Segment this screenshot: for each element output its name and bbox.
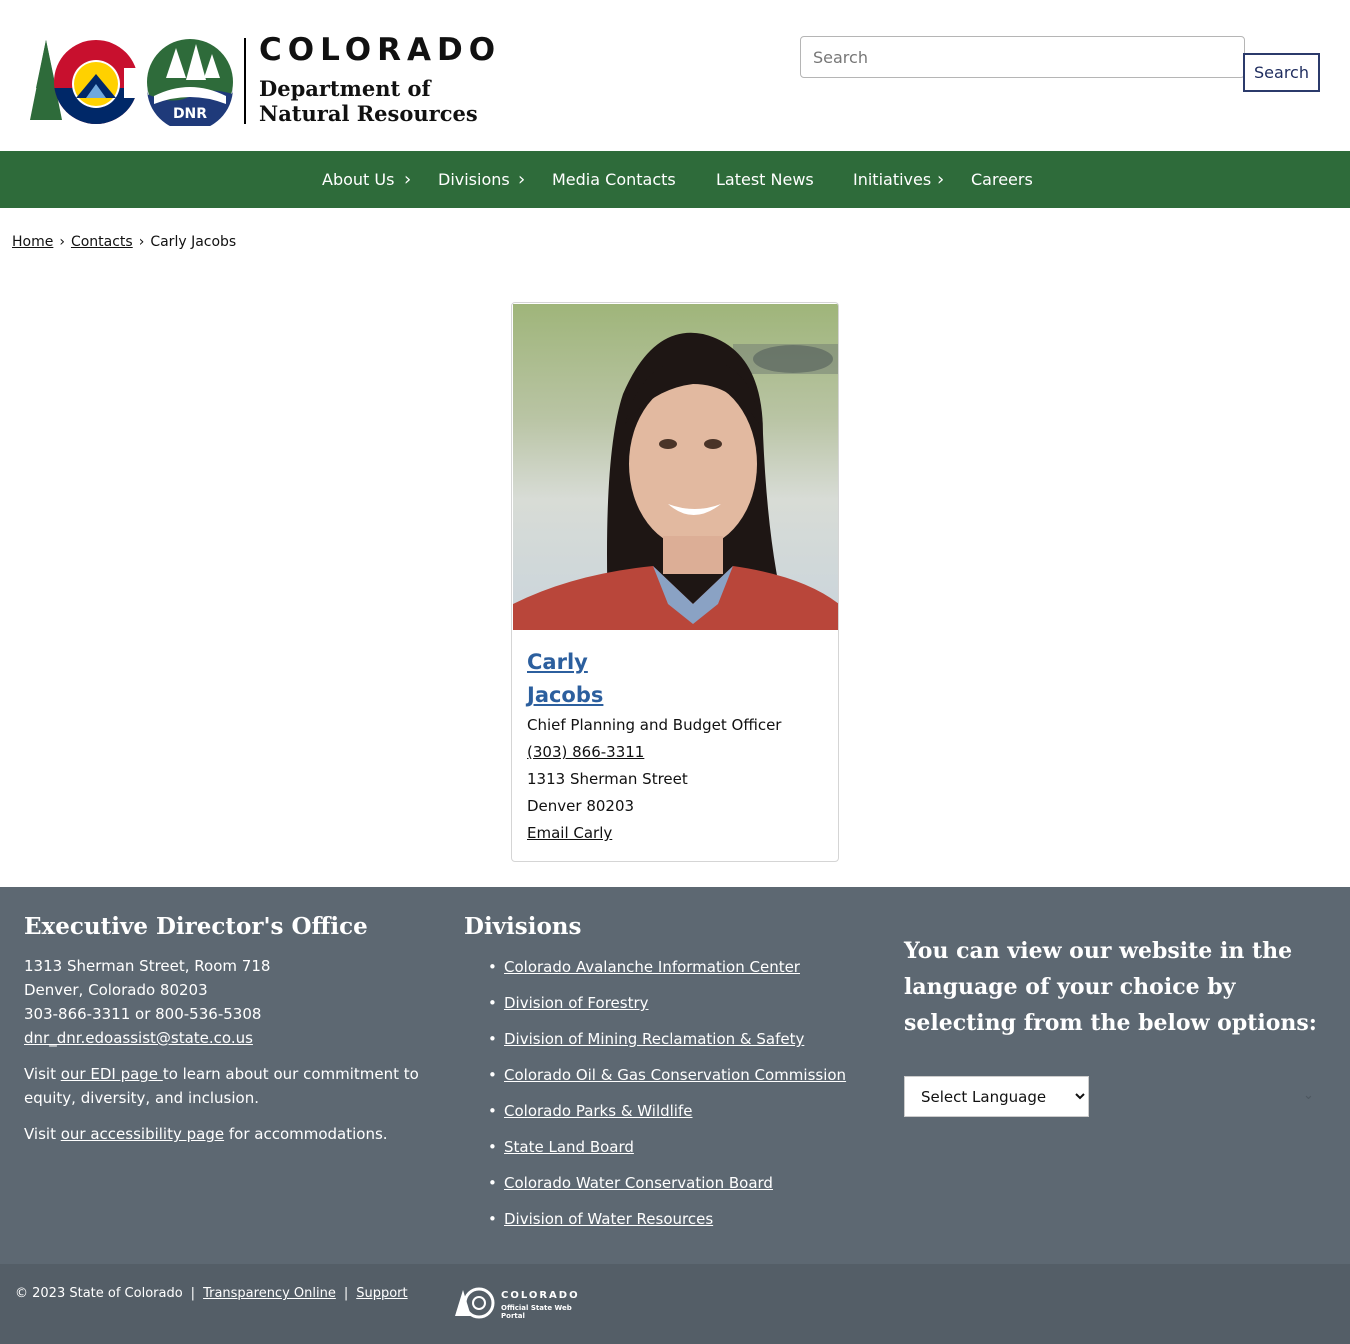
footer-divisions-column: Divisions Colorado Avalanche Information… bbox=[464, 913, 884, 1253]
logo-department-name: Department of Natural Resources bbox=[259, 76, 478, 126]
breadcrumb-home-link[interactable]: Home bbox=[12, 234, 53, 250]
breadcrumb-separator: › bbox=[138, 234, 145, 250]
transparency-online-link[interactable]: Transparency Online bbox=[203, 1286, 336, 1301]
support-link[interactable]: Support bbox=[356, 1286, 407, 1301]
contact-title: Chief Planning and Budget Officer bbox=[527, 716, 782, 734]
chevron-right-icon[interactable]: › bbox=[404, 151, 411, 208]
contact-name-link[interactable]: Carly Jacobs bbox=[527, 646, 647, 712]
nav-item-label: Latest News bbox=[716, 170, 814, 189]
pipe-separator: | bbox=[343, 1286, 349, 1301]
pipe-separator: | bbox=[190, 1286, 196, 1301]
nav-item-label: Divisions bbox=[438, 170, 510, 189]
division-link[interactable]: Colorado Water Conservation Board bbox=[504, 1174, 773, 1192]
division-link[interactable]: Division of Forestry bbox=[504, 994, 649, 1012]
division-link[interactable]: Division of Water Resources bbox=[504, 1210, 713, 1228]
logo-dept-line1: Department of bbox=[259, 76, 431, 101]
logo-dept-line2: Natural Resources bbox=[259, 101, 478, 126]
footer-edi-link[interactable]: our EDI page bbox=[61, 1065, 163, 1083]
nav-item-latest-news[interactable]: Latest News bbox=[716, 151, 814, 208]
list-item: Colorado Avalanche Information Center bbox=[488, 949, 846, 985]
footer-office-email-link[interactable]: dnr_dnr.edoassist@state.co.us bbox=[24, 1029, 253, 1047]
contact-city-zip: Denver 80203 bbox=[527, 797, 635, 815]
nav-item-label: Initiatives bbox=[853, 170, 932, 189]
list-item: Colorado Parks & Wildlife bbox=[488, 1093, 846, 1129]
sub-footer: © 2023 State of Colorado | Transparency On… bbox=[0, 1264, 1350, 1344]
main-navigation: About Us › Divisions › Media Contacts La… bbox=[0, 151, 1350, 208]
nav-item-label: Media Contacts bbox=[552, 170, 676, 189]
nav-item-careers[interactable]: Careers bbox=[971, 151, 1033, 208]
nav-item-divisions[interactable]: Divisions › bbox=[438, 151, 525, 208]
chevron-down-icon: ⌄ bbox=[1303, 1088, 1314, 1103]
logo-divider bbox=[244, 38, 246, 124]
division-link[interactable]: State Land Board bbox=[504, 1138, 634, 1156]
contact-last-name: Jacobs bbox=[527, 683, 604, 707]
footer-language-heading: You can view our website in the language… bbox=[904, 938, 1317, 1036]
footer-divisions-list: Colorado Avalanche Information Center Di… bbox=[488, 949, 846, 1237]
list-item: Division of Mining Reclamation & Safety bbox=[488, 1021, 846, 1057]
site-footer: Executive Director's Office 1313 Sherman… bbox=[0, 887, 1350, 1264]
copyright-bar: © 2023 State of Colorado | Transparency On… bbox=[15, 1286, 408, 1301]
contact-phone-link[interactable]: (303) 866-3311 bbox=[527, 739, 827, 766]
contact-street: 1313 Sherman Street bbox=[527, 770, 688, 788]
nav-item-label: Careers bbox=[971, 170, 1033, 189]
list-item: Colorado Water Conservation Board bbox=[488, 1165, 846, 1201]
colorado-portal-icon bbox=[455, 1287, 495, 1319]
contact-email-link[interactable]: Email Carly bbox=[527, 820, 827, 847]
contact-first-name: Carly bbox=[527, 650, 588, 674]
list-item: Colorado Oil & Gas Conservation Commissi… bbox=[488, 1057, 846, 1093]
nav-item-label: About Us bbox=[322, 170, 395, 189]
footer-office-address1: 1313 Sherman Street, Room 718 bbox=[24, 957, 271, 975]
logo-state-name: COLORADO bbox=[259, 32, 502, 68]
breadcrumb-contacts-link[interactable]: Contacts bbox=[71, 234, 133, 250]
nav-list: About Us › Divisions › Media Contacts La… bbox=[0, 151, 1350, 208]
dnr-badge-icon: DNR bbox=[147, 39, 233, 126]
footer-office-address2: Denver, Colorado 80203 bbox=[24, 981, 208, 999]
site-header: DNR COLORADO Department of Natural Resou… bbox=[0, 0, 1350, 151]
nav-item-initiatives[interactable]: Initiatives › bbox=[853, 151, 944, 208]
footer-office-heading: Executive Director's Office bbox=[24, 913, 368, 940]
breadcrumb: Home › Contacts › Carly Jacobs bbox=[12, 234, 236, 250]
division-link[interactable]: Colorado Parks & Wildlife bbox=[504, 1102, 693, 1120]
footer-language-column: You can view our website in the language… bbox=[904, 933, 1324, 1041]
footer-office-phones: 303-866-3311 or 800-536-5308 bbox=[24, 1005, 262, 1023]
search-button[interactable]: Search bbox=[1243, 53, 1320, 92]
footer-access-suffix: for accommodations. bbox=[224, 1125, 388, 1143]
contact-photo bbox=[513, 304, 838, 630]
portal-logo-subtitle: Official State Web Portal bbox=[501, 1304, 572, 1320]
division-link[interactable]: Colorado Avalanche Information Center bbox=[504, 958, 800, 976]
nav-item-about-us[interactable]: About Us › bbox=[322, 151, 411, 208]
footer-office-column: Executive Director's Office 1313 Sherman… bbox=[24, 913, 434, 1146]
footer-access-prefix: Visit bbox=[24, 1125, 61, 1143]
list-item: Division of Forestry bbox=[488, 985, 846, 1021]
division-link[interactable]: Division of Mining Reclamation & Safety bbox=[504, 1030, 804, 1048]
footer-edi-text: Visit our EDI page to learn about our co… bbox=[24, 1062, 434, 1110]
contact-details: Carly Jacobs Chief Planning and Budget O… bbox=[527, 646, 827, 847]
dnr-logo[interactable]: DNR COLORADO Department of Natural Resou… bbox=[28, 32, 508, 128]
footer-accessibility-text: Visit our accessibility page for accommo… bbox=[24, 1122, 434, 1146]
copyright-text: © 2023 State of Colorado bbox=[15, 1286, 183, 1301]
chevron-right-icon[interactable]: › bbox=[518, 151, 525, 208]
search-input[interactable] bbox=[800, 36, 1245, 78]
dnr-badge-text: DNR bbox=[173, 106, 207, 122]
portal-logo-name: COLORADO bbox=[501, 1290, 580, 1301]
contact-card: Carly Jacobs Chief Planning and Budget O… bbox=[511, 302, 839, 862]
list-item: Division of Water Resources bbox=[488, 1201, 846, 1237]
breadcrumb-current: Carly Jacobs bbox=[150, 234, 237, 250]
footer-accessibility-link[interactable]: our accessibility page bbox=[61, 1125, 224, 1143]
division-link[interactable]: Colorado Oil & Gas Conservation Commissi… bbox=[504, 1066, 846, 1084]
language-select[interactable]: Select Language bbox=[904, 1076, 1089, 1117]
nav-item-media-contacts[interactable]: Media Contacts bbox=[552, 151, 676, 208]
colorado-portal-logo[interactable]: COLORADO Official State Web Portal bbox=[455, 1286, 595, 1320]
breadcrumb-separator: › bbox=[59, 234, 65, 250]
footer-divisions-heading: Divisions bbox=[464, 913, 582, 940]
list-item: State Land Board bbox=[488, 1129, 846, 1165]
colorado-c-logo-icon bbox=[30, 40, 140, 124]
footer-edi-prefix: Visit bbox=[24, 1065, 61, 1083]
chevron-right-icon[interactable]: › bbox=[937, 151, 944, 208]
